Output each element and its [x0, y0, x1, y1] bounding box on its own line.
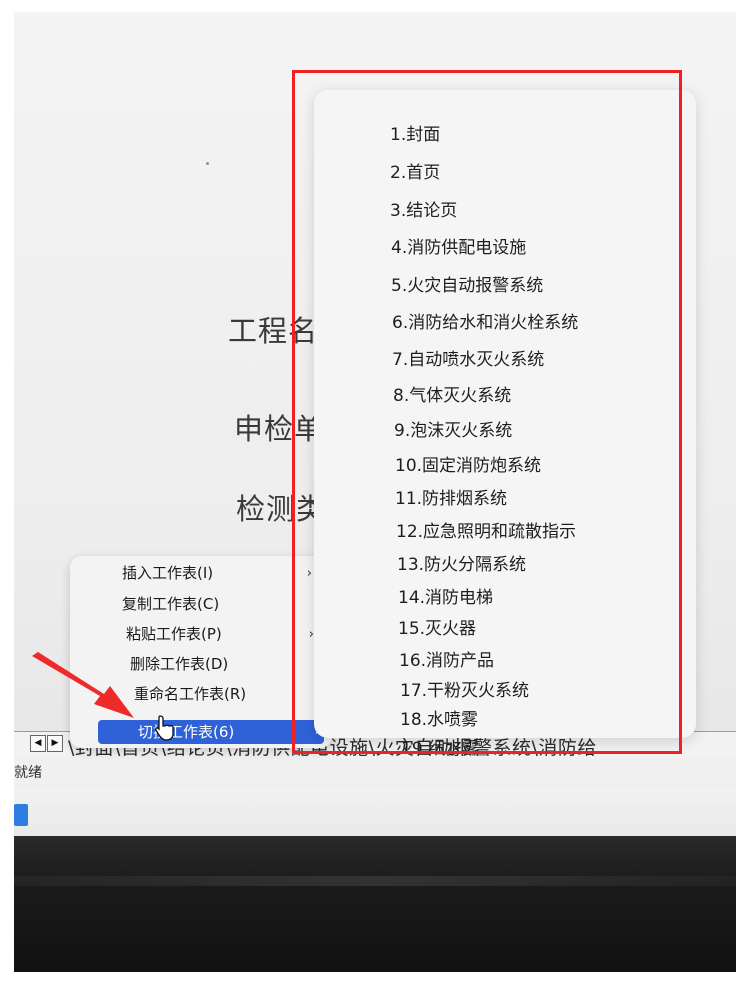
menu-item-delete-sheet[interactable]: 删除工作表(D): [130, 651, 228, 678]
monitor-bezel: [14, 836, 736, 972]
bezel-reflection: [14, 876, 736, 886]
mouse-cursor-icon: [155, 715, 174, 741]
menu-item-rename-sheet[interactable]: 重命名工作表(R): [134, 681, 246, 708]
dust-speck: [206, 162, 209, 165]
menu-item-copy-sheet[interactable]: 复制工作表(C): [122, 591, 219, 618]
annotation-arrow-icon: [32, 652, 134, 718]
menu-item-paste-sheet[interactable]: 粘贴工作表(P) ›: [126, 621, 314, 648]
sheet-nav-left-button[interactable]: ◀: [30, 735, 46, 752]
taskbar-app-icon[interactable]: [14, 804, 28, 826]
status-text: 就绪: [14, 765, 42, 781]
menu-item-label: 粘贴工作表(P): [126, 625, 222, 643]
status-bar: 就绪: [14, 756, 736, 790]
taskbar: [14, 790, 736, 836]
menu-item-label: 插入工作表(I): [122, 564, 214, 582]
menu-item-label: 切换工作表(6): [138, 723, 235, 741]
menu-item-label: 复制工作表(C): [122, 595, 220, 613]
sheet-nav-right-button[interactable]: ▶: [47, 735, 63, 752]
annotation-red-box: [292, 70, 682, 754]
menu-item-label: 重命名工作表(R): [134, 685, 247, 703]
monitor-screen: 工程名 申检单 检测类 ◀ ▶ \封面\首页\结论页\消防供配电设施\火灾自动报…: [14, 12, 736, 972]
menu-item-label: 删除工作表(D): [130, 655, 229, 673]
menu-item-insert-sheet[interactable]: 插入工作表(I) ›: [122, 560, 312, 587]
